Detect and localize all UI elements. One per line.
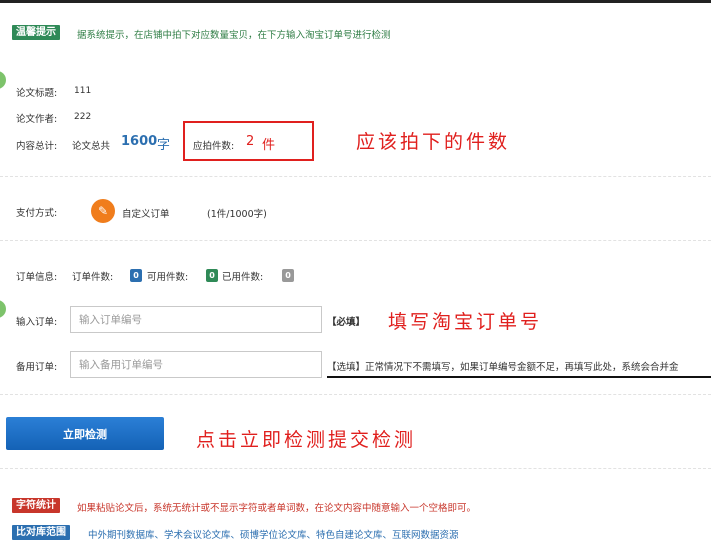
notice-tag: 温馨提示	[12, 25, 60, 40]
paper-author-label: 论文作者:	[16, 114, 58, 125]
content-total-prefix: 论文总共	[72, 141, 111, 152]
order-info-label: 订单信息:	[16, 272, 58, 283]
used-count-label: 已用件数:	[222, 272, 264, 283]
pieces-count: 2	[246, 134, 255, 149]
payment-option-rule: (1件/1000字)	[207, 209, 267, 220]
pencil-icon[interactable]: ✎	[91, 199, 115, 223]
pieces-label: 应拍件数:	[193, 141, 235, 152]
top-bar	[0, 0, 711, 3]
required-note: 【必填】	[327, 317, 366, 328]
available-count-label: 可用件数:	[147, 272, 189, 283]
submit-annotation: 点击立即检测提交检测	[196, 429, 417, 451]
order-input-label: 输入订单:	[16, 317, 58, 328]
paper-title-label: 论文标题:	[16, 88, 58, 99]
order-count-badge: 0	[130, 269, 142, 282]
order-annotation: 填写淘宝订单号	[388, 311, 543, 333]
optional-note: 【选填】正常情况下不需填写，如果订单编号金额不足，再填写此处，系统会合并金	[327, 362, 679, 373]
used-count-badge: 0	[282, 269, 294, 282]
order-count-label: 订单件数:	[72, 272, 114, 283]
database-scope-text: 中外期刊数据库、学术会议论文库、硕博学位论文库、特色自建论文库、互联网数据资源	[88, 530, 459, 541]
backup-input-label: 备用订单:	[16, 362, 58, 373]
available-count-badge: 0	[206, 269, 218, 282]
divider-4	[0, 468, 711, 469]
content-total-label: 内容总计:	[16, 141, 58, 152]
step-indicator-2	[0, 300, 6, 318]
char-count-tag: 字符统计	[12, 498, 60, 513]
paper-author-value: 222	[74, 112, 92, 122]
database-scope-tag: 比对库范围	[12, 525, 70, 540]
note-underline	[327, 376, 711, 378]
word-count: 1600	[121, 134, 158, 149]
word-count-unit: 字	[157, 138, 171, 153]
payment-label: 支付方式:	[16, 208, 58, 219]
payment-option-name[interactable]: 自定义订单	[122, 206, 170, 220]
pieces-unit: 件	[262, 138, 276, 153]
order-number-input[interactable]	[70, 306, 322, 333]
divider-2	[0, 240, 711, 241]
divider-3	[0, 394, 711, 395]
notice-text: 据系统提示，在店铺中拍下对应数量宝贝，在下方输入淘宝订单号进行检测	[77, 30, 391, 41]
submit-check-button[interactable]: 立即检测	[6, 417, 164, 450]
divider-1	[0, 176, 711, 177]
paper-title-value: 111	[74, 86, 92, 96]
pieces-annotation: 应该拍下的件数	[356, 131, 511, 153]
char-count-text: 如果粘贴论文后，系统无统计或不显示字符或者单词数，在论文内容中随意输入一个空格即…	[77, 503, 477, 514]
step-indicator-1	[0, 71, 6, 89]
backup-order-input[interactable]	[70, 351, 322, 378]
